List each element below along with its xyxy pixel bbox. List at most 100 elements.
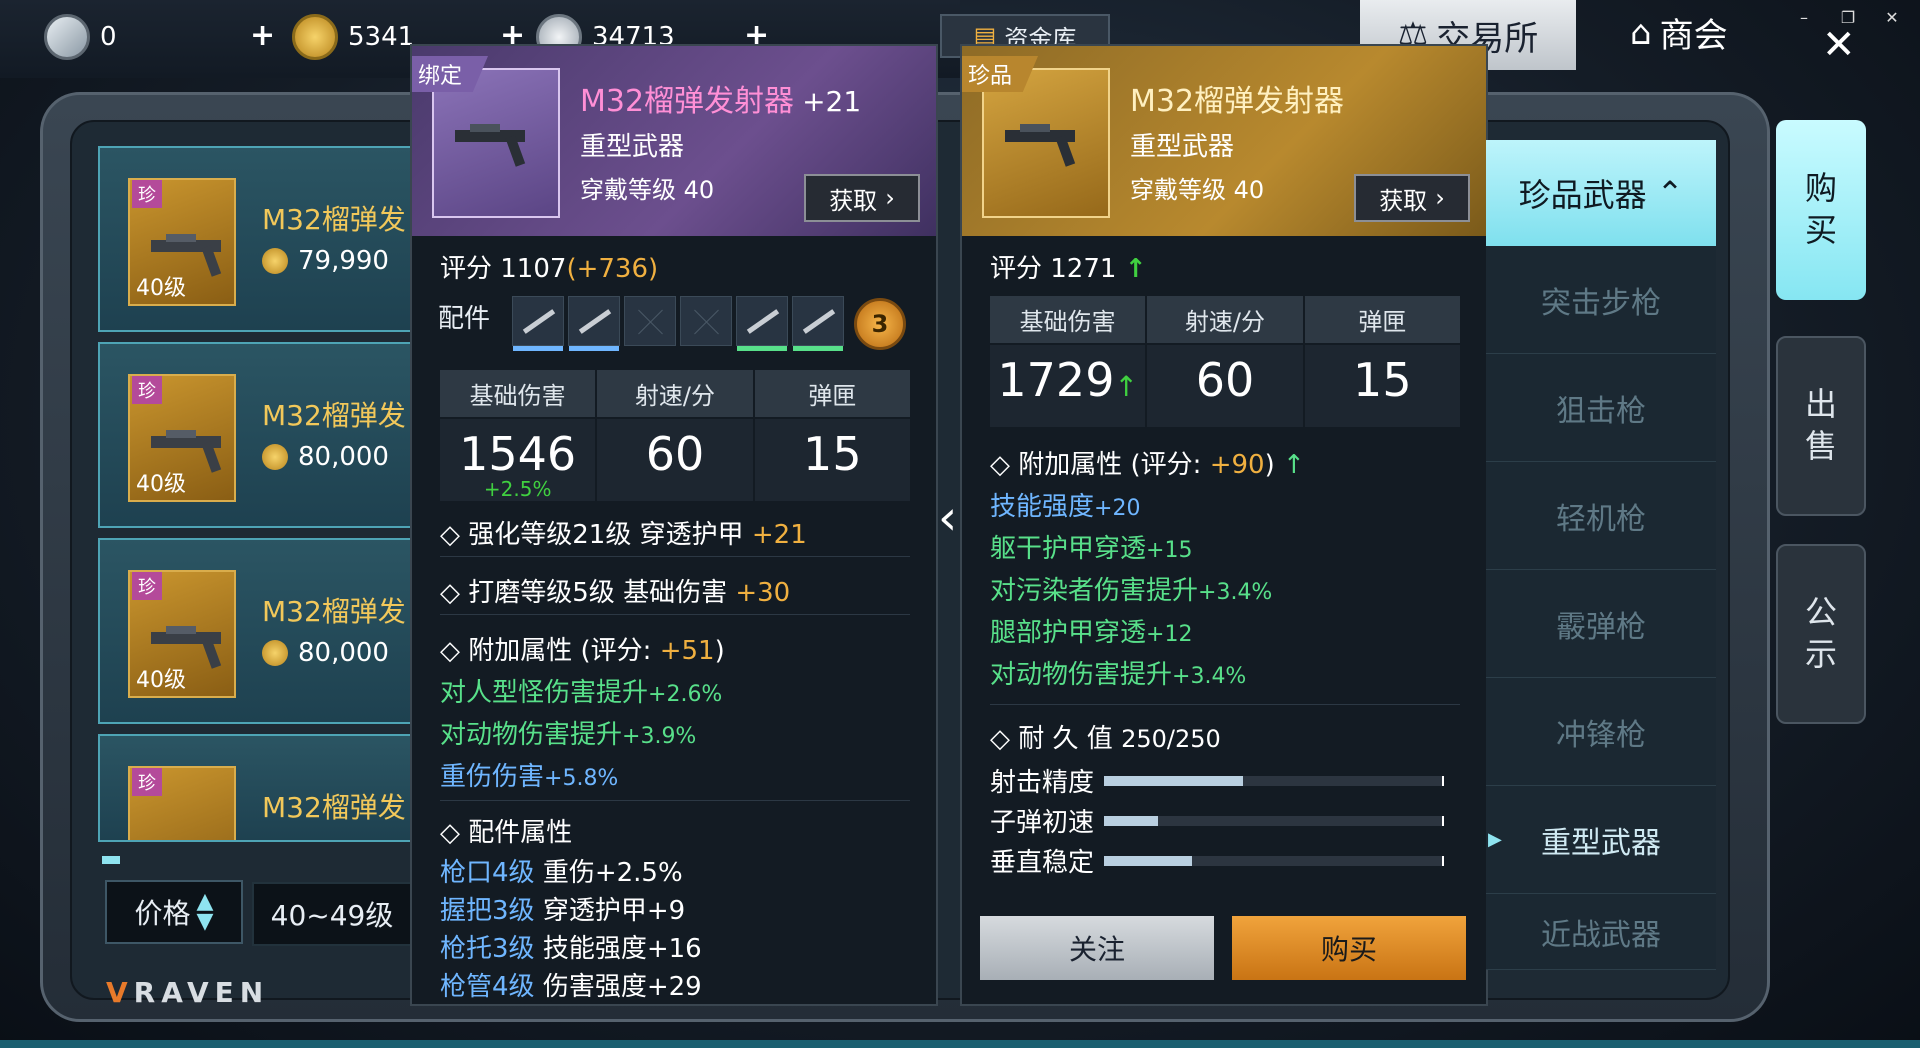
stat-value-magazine: 15 bbox=[1304, 345, 1460, 427]
accessory-slot[interactable] bbox=[568, 296, 620, 351]
category-item[interactable]: 近战武器 bbox=[1486, 894, 1716, 970]
stat-value-rate: 60 bbox=[597, 419, 753, 501]
add-silver-button[interactable]: + bbox=[250, 18, 275, 53]
tab-buy[interactable]: 购 买 bbox=[1776, 120, 1866, 300]
part-slot: 枪托3级 bbox=[440, 934, 535, 964]
category-item[interactable]: 霰弹枪 bbox=[1486, 570, 1716, 678]
chevron-up-icon: ⌃ bbox=[1656, 174, 1684, 212]
part-effect: 技能强度+16 bbox=[542, 934, 702, 964]
exit-icon[interactable]: ✕ bbox=[1822, 22, 1856, 68]
gold-coin-icon bbox=[262, 444, 288, 470]
minimize-button[interactable]: – bbox=[1782, 0, 1826, 34]
item-price: 79,990 bbox=[262, 246, 389, 276]
stat-header: 弹匣 bbox=[754, 370, 910, 417]
category-header[interactable]: 珍品武器 ⌃ bbox=[1486, 140, 1716, 246]
empty-accessory-slot[interactable] bbox=[680, 296, 732, 346]
get-label: 获取 bbox=[1379, 186, 1428, 215]
empty-accessory-slot[interactable] bbox=[624, 296, 676, 346]
price-value: 80,000 bbox=[298, 638, 389, 668]
tab-guild[interactable]: ⌂ 商会 bbox=[1630, 8, 1728, 57]
listing-card[interactable]: 珍 40级 M32榴弹发 80,000 bbox=[98, 538, 418, 724]
listing-card[interactable]: 珍 40级 M32榴弹发 80,000 bbox=[98, 342, 418, 528]
category-item[interactable]: 轻机枪 bbox=[1486, 462, 1716, 570]
category-item-active[interactable]: 重型武器 bbox=[1486, 786, 1716, 894]
item-price: 80,000 bbox=[262, 638, 389, 668]
scope-icon bbox=[522, 309, 556, 334]
get-button[interactable]: 获取 › bbox=[804, 174, 920, 222]
chevron-right-icon: › bbox=[1435, 184, 1445, 212]
extra-attr: 对污染者伤害提升+3.4% bbox=[990, 570, 1272, 607]
part-attr: 枪托3级 技能强度+16 bbox=[440, 928, 702, 965]
accessory-slot[interactable] bbox=[736, 296, 788, 351]
bar-track bbox=[1104, 815, 1445, 826]
stat-header: 射速/分 bbox=[1147, 296, 1303, 343]
damage-value: 1546 bbox=[459, 427, 577, 481]
equipped-item-panel: 绑定 M32榴弹发射器 +21 重型武器 穿戴等级 40 获取 › 评分 1107(… bbox=[410, 44, 938, 1006]
accessory-slot[interactable] bbox=[792, 296, 844, 351]
sort-label: 价格 bbox=[134, 897, 191, 930]
arrow-up-icon: ↑ bbox=[1114, 370, 1138, 403]
prev-arrow-icon[interactable]: ‹ bbox=[938, 490, 957, 546]
silver-amount: 0 bbox=[100, 22, 117, 52]
item-title: M32榴弹发射器 +21 bbox=[580, 76, 861, 120]
item-title-text: M32榴弹发射器 bbox=[580, 84, 795, 119]
extra-text: ◇ 附加属性 (评分: bbox=[990, 450, 1202, 480]
item-score: 评分 1271 ↑ bbox=[990, 248, 1147, 285]
category-item[interactable]: 狙击枪 bbox=[1486, 354, 1716, 462]
sort-arrows-icon: ▲ ▼ bbox=[196, 889, 214, 934]
slot-count-badge: 3 bbox=[854, 298, 906, 350]
stat-header: 基础伤害 bbox=[990, 296, 1146, 343]
level-filter-button[interactable]: 40~49级 bbox=[252, 882, 412, 946]
divider bbox=[440, 556, 910, 557]
item-score: 评分 1107(+736) bbox=[440, 248, 658, 285]
category-item[interactable]: 突击步枪 bbox=[1486, 246, 1716, 354]
bar-label: 子弹初速 bbox=[990, 808, 1095, 838]
stat-value-magazine: 15 bbox=[754, 419, 910, 501]
logo-text: RAVEN bbox=[133, 976, 270, 1009]
listing-card[interactable]: 珍 40级 M32榴弹发 79,990 bbox=[98, 146, 418, 332]
accessory-slot[interactable] bbox=[512, 296, 564, 351]
extra-attr: 对人型怪伤害提升+2.6% bbox=[440, 672, 722, 709]
bar-track bbox=[1104, 855, 1445, 866]
extra-attr: 技能强度+20 bbox=[990, 486, 1140, 523]
close-button[interactable]: ✕ bbox=[1870, 0, 1914, 34]
follow-button[interactable]: 关注 bbox=[980, 916, 1214, 980]
extra-end: ) bbox=[714, 636, 725, 666]
polish-line: ◇ 打磨等级5级 基础伤害 +30 bbox=[440, 572, 790, 609]
bar-fill bbox=[1104, 855, 1192, 866]
polish-value: +30 bbox=[735, 578, 791, 608]
part-attr: 握把3级 穿透护甲+9 bbox=[440, 890, 685, 927]
category-panel: 珍品武器⌃ 突击步枪 狙击枪 轻机枪 霰弹枪 冲锋枪 重型武器 近战武器 bbox=[1486, 140, 1716, 970]
tab-notice[interactable]: 公 示 bbox=[1776, 544, 1866, 724]
enhance-level: +21 bbox=[802, 85, 862, 118]
rarity-bar bbox=[793, 346, 843, 351]
attr-name: 重伤伤害 bbox=[440, 762, 545, 792]
rarity-bar bbox=[737, 346, 787, 351]
category-item[interactable]: 冲锋枪 bbox=[1486, 678, 1716, 786]
attr-name: 对污染者伤害提升 bbox=[990, 576, 1199, 606]
stat-table: 基础伤害 射速/分 弹匣 1729↑ 60 15 bbox=[990, 296, 1460, 427]
attr-value: +3.4% bbox=[1198, 580, 1273, 605]
buy-button[interactable]: 购买 bbox=[1232, 916, 1466, 980]
damage-bonus: +2.5% bbox=[483, 477, 552, 501]
bar-track bbox=[1104, 775, 1445, 786]
extra-attr: 躯干护甲穿透+15 bbox=[990, 528, 1192, 565]
rarity-bar bbox=[569, 346, 619, 351]
accessories-label: 配件 bbox=[438, 304, 491, 334]
rare-badge: 珍 bbox=[132, 768, 162, 796]
raven-logo: VRAVEN bbox=[106, 976, 269, 1009]
attr-name: 腿部护甲穿透 bbox=[990, 618, 1147, 648]
category-header-label: 珍品武器 bbox=[1518, 176, 1647, 214]
extra-attr: 重伤伤害+5.8% bbox=[440, 756, 618, 793]
polish-text: ◇ 打磨等级5级 基础伤害 bbox=[440, 578, 728, 608]
tab-sell[interactable]: 出 售 bbox=[1776, 336, 1866, 516]
get-button[interactable]: 获取 › bbox=[1354, 174, 1470, 222]
listing-card[interactable]: 珍 M32榴弹发 bbox=[98, 734, 418, 842]
durability: ◇ 耐 久 值 250/250 bbox=[990, 718, 1221, 755]
enhance-value: +21 bbox=[751, 520, 807, 550]
attr-value: +3.9% bbox=[622, 724, 697, 749]
rare-badge: 珍 bbox=[132, 376, 162, 404]
bar-label: 垂直稳定 bbox=[990, 848, 1095, 878]
part-slot: 握把3级 bbox=[440, 896, 535, 926]
sort-price-button[interactable]: 价格 ▲ ▼ bbox=[105, 880, 243, 944]
